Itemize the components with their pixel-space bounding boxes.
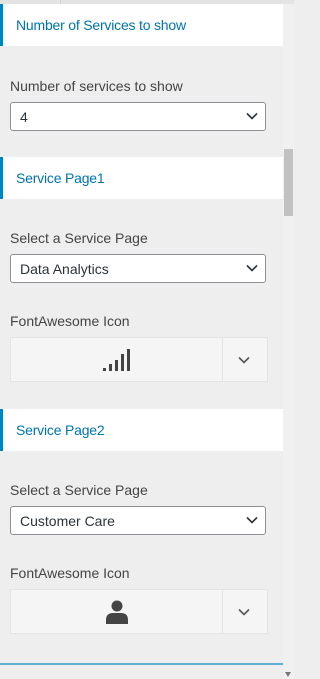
next-section-edge bbox=[0, 663, 283, 665]
service-page2-value: Customer Care bbox=[20, 513, 115, 529]
scrollbar-thumb[interactable] bbox=[284, 149, 293, 216]
chevron-down-icon bbox=[238, 356, 250, 364]
service-page1-value: Data Analytics bbox=[20, 261, 109, 277]
service-page2-icon-label: FontAwesome Icon bbox=[10, 565, 130, 581]
service-page1-icon-picker[interactable] bbox=[10, 337, 268, 382]
scrollbar[interactable] bbox=[283, 4, 294, 679]
services-count-select[interactable]: 4 bbox=[10, 102, 266, 131]
section-header-service-page2[interactable]: Service Page2 bbox=[0, 409, 283, 451]
services-count-label: Number of services to show bbox=[10, 78, 183, 94]
service-page1-icon-label: FontAwesome Icon bbox=[10, 313, 130, 329]
icon-dropdown-toggle[interactable] bbox=[222, 590, 267, 633]
chevron-down-icon bbox=[246, 264, 258, 272]
icon-preview[interactable] bbox=[11, 590, 223, 633]
chevron-down-icon bbox=[238, 608, 250, 616]
section-title: Number of Services to show bbox=[16, 17, 186, 33]
service-page2-select-label: Select a Service Page bbox=[10, 482, 148, 498]
service-page2-select[interactable]: Customer Care bbox=[10, 506, 266, 535]
signal-icon bbox=[102, 348, 130, 371]
chevron-down-icon bbox=[246, 516, 258, 524]
customizer-panel: Number of Services to show Number of ser… bbox=[0, 0, 283, 679]
service-page1-select[interactable]: Data Analytics bbox=[10, 254, 266, 283]
service-page2-icon-picker[interactable] bbox=[10, 589, 268, 634]
section-title: Service Page1 bbox=[16, 170, 105, 186]
icon-dropdown-toggle[interactable] bbox=[222, 338, 267, 381]
chevron-down-icon bbox=[246, 112, 258, 120]
services-count-value: 4 bbox=[20, 109, 28, 125]
scroll-down-arrow-icon[interactable] bbox=[285, 672, 291, 677]
section-header-services-count[interactable]: Number of Services to show bbox=[0, 4, 283, 46]
section-header-service-page1[interactable]: Service Page1 bbox=[0, 157, 283, 199]
service-page1-select-label: Select a Service Page bbox=[10, 230, 148, 246]
icon-preview[interactable] bbox=[11, 338, 223, 381]
user-icon bbox=[105, 600, 128, 624]
section-title: Service Page2 bbox=[16, 422, 105, 438]
